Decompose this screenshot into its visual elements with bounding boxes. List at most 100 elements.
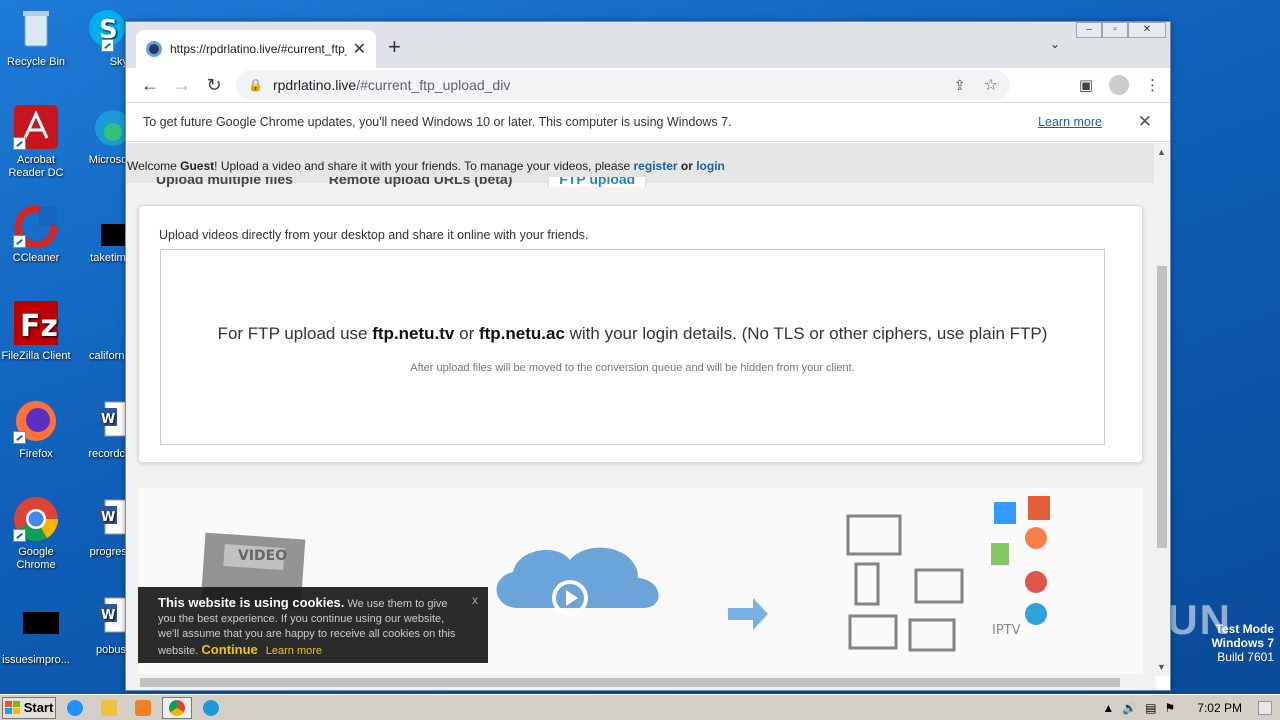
illus-iptv-label: IPTV bbox=[992, 623, 1021, 638]
tray-expand-icon[interactable]: ▲ bbox=[1102, 701, 1114, 715]
svg-text:W: W bbox=[101, 412, 115, 427]
infobar-close-icon[interactable]: ✕ bbox=[1138, 112, 1152, 132]
minimize-button[interactable]: – bbox=[1076, 22, 1102, 38]
profile-avatar-icon[interactable] bbox=[1109, 75, 1129, 95]
browser-tab[interactable]: https://rpdrlatino.live/#current_ftp_ ✕ bbox=[136, 30, 376, 68]
taskbar-explorer-icon[interactable] bbox=[94, 697, 124, 719]
desktop-icon-label: Firefox bbox=[19, 448, 53, 460]
cookie-heading: This website is using cookies. bbox=[158, 595, 345, 610]
new-tab-button[interactable]: + bbox=[388, 34, 401, 60]
address-bar[interactable]: 🔒 rpdrlatino.live /#current_ftp_upload_d… bbox=[236, 70, 1010, 100]
close-tab-icon[interactable]: ✕ bbox=[353, 39, 366, 59]
tab-title: https://rpdrlatino.live/#current_ftp_ bbox=[170, 42, 347, 56]
tab-ftp-upload[interactable]: FTP upload bbox=[548, 177, 647, 187]
ftp-note: After upload files will be moved to the … bbox=[410, 362, 855, 374]
login-link[interactable]: login bbox=[696, 159, 725, 173]
clock[interactable]: 7:02 PM bbox=[1197, 701, 1242, 715]
share-icon[interactable]: ⇪ bbox=[954, 77, 966, 94]
svg-text:Fz: Fz bbox=[20, 309, 58, 344]
scroll-down-arrow-icon[interactable]: ▼ bbox=[1157, 662, 1166, 672]
reload-button[interactable]: ↻ bbox=[198, 75, 230, 96]
blank-file-icon bbox=[13, 604, 59, 650]
system-tray: ▲ 🔊 ▤ ⚑ 7:02 PM bbox=[1102, 695, 1280, 720]
close-window-button[interactable]: ✕ bbox=[1128, 22, 1166, 38]
acrobat-icon bbox=[13, 104, 59, 150]
ftp-text: or bbox=[454, 324, 479, 343]
vertical-scrollbar[interactable]: ▲ ▼ bbox=[1154, 143, 1170, 676]
ftp-host-primary: ftp.netu.tv bbox=[372, 324, 455, 343]
svg-text:W: W bbox=[101, 510, 115, 525]
watermark-line: Test Mode bbox=[1215, 622, 1274, 636]
ftp-host-secondary: ftp.netu.ac bbox=[478, 324, 565, 343]
taskbar-edge-icon[interactable] bbox=[196, 697, 226, 719]
watermark-line: Windows 7 bbox=[1211, 636, 1274, 650]
ccleaner-icon bbox=[13, 202, 59, 249]
upload-panel: Upload videos directly from your desktop… bbox=[138, 205, 1143, 463]
desktop-icon-recycle-bin[interactable]: Recycle Bin bbox=[0, 6, 72, 69]
show-desktop-button[interactable] bbox=[1258, 700, 1272, 715]
chrome-icon bbox=[13, 496, 59, 542]
infobar-learn-more-link[interactable]: Learn more bbox=[1038, 115, 1102, 129]
desktop-icon-ccleaner[interactable]: CCleaner bbox=[0, 202, 72, 265]
taskbar-ie-icon[interactable] bbox=[60, 697, 90, 719]
menu-kebab-icon[interactable]: ⋮ bbox=[1145, 76, 1160, 94]
chrome-window: https://rpdrlatino.live/#current_ftp_ ✕ … bbox=[125, 21, 1171, 691]
welcome-or: or bbox=[677, 159, 697, 173]
welcome-guest: Guest bbox=[180, 159, 215, 173]
infobar-text: To get future Google Chrome updates, you… bbox=[143, 115, 732, 129]
desktop-icon-chrome[interactable]: Google Chrome bbox=[0, 496, 72, 572]
action-center-flag-icon[interactable]: ⚑ bbox=[1165, 701, 1176, 715]
register-link[interactable]: register bbox=[634, 159, 678, 173]
maximize-button[interactable]: ▫ bbox=[1102, 22, 1128, 38]
horizontal-scrollbar[interactable] bbox=[126, 674, 1156, 690]
volume-icon[interactable]: 🔊 bbox=[1122, 701, 1137, 715]
bookmark-star-icon[interactable]: ☆ bbox=[984, 75, 998, 95]
windows-logo-icon bbox=[4, 700, 20, 714]
firefox-icon bbox=[13, 398, 59, 444]
desktop-icon-filezilla[interactable]: Fz FileZilla Client bbox=[0, 300, 72, 363]
word-doc-icon: W bbox=[83, 594, 132, 640]
skype-icon: S bbox=[83, 6, 129, 52]
shortcut-arrow-icon bbox=[13, 431, 26, 444]
taskbar-media-player-icon[interactable] bbox=[128, 697, 158, 719]
filezilla-icon: Fz bbox=[13, 300, 59, 346]
desktop-icon-label: Google Chrome bbox=[16, 546, 56, 571]
desktop-icon-acrobat[interactable]: Acrobat Reader DC bbox=[0, 104, 72, 180]
tab-remote-upload[interactable]: Remote upload URLs (beta) bbox=[329, 177, 513, 187]
upload-tabs: Upload multiple files Remote upload URLs… bbox=[156, 177, 678, 205]
cookie-continue-button[interactable]: Continue bbox=[201, 642, 257, 657]
desktop-icon-firefox[interactable]: Firefox bbox=[0, 398, 72, 461]
network-icon[interactable]: ▤ bbox=[1145, 701, 1156, 715]
ftp-text: For FTP upload use bbox=[217, 324, 373, 343]
ftp-instructions: For FTP upload use ftp.netu.tv or ftp.ne… bbox=[161, 324, 1104, 344]
lock-icon: 🔒 bbox=[248, 78, 263, 92]
side-panel-icon[interactable]: ▣ bbox=[1079, 76, 1093, 94]
cookie-banner: This website is using cookies. We use th… bbox=[138, 587, 488, 663]
desktop-icon-label: issuesimpro... bbox=[2, 654, 70, 666]
taskbar-chrome-icon[interactable] bbox=[162, 696, 192, 719]
url-path: /#current_ftp_upload_div bbox=[356, 77, 511, 93]
cookie-learn-more-link[interactable]: Learn more bbox=[266, 645, 322, 657]
word-doc-icon: W bbox=[83, 496, 132, 542]
cookie-close-icon[interactable]: x bbox=[472, 593, 478, 608]
svg-text:W: W bbox=[101, 608, 115, 623]
welcome-text: Welcome bbox=[127, 159, 181, 173]
recycle-bin-icon bbox=[13, 6, 59, 52]
blank-file-icon bbox=[83, 300, 129, 346]
tab-search-icon[interactable]: ⌄ bbox=[1050, 37, 1060, 51]
scrollbar-thumb[interactable] bbox=[1157, 266, 1167, 548]
upload-intro: Upload videos directly from your desktop… bbox=[159, 228, 589, 242]
scroll-up-arrow-icon[interactable]: ▲ bbox=[1157, 147, 1166, 157]
edge-icon bbox=[83, 104, 131, 150]
watermark-line: Build 7601 bbox=[1217, 650, 1274, 664]
back-button[interactable]: ← bbox=[134, 75, 166, 96]
desktop-icon-issuesimpro[interactable]: issuesimpro... bbox=[0, 604, 72, 667]
blank-file-icon bbox=[83, 202, 131, 248]
tab-upload-multiple-files[interactable]: Upload multiple files bbox=[156, 177, 293, 187]
shortcut-arrow-icon bbox=[101, 39, 114, 52]
hscrollbar-thumb[interactable] bbox=[140, 678, 1120, 687]
taskbar: Start ▲ 🔊 ▤ ⚑ 7:02 PM bbox=[0, 694, 1280, 720]
start-button[interactable]: Start bbox=[2, 696, 56, 719]
forward-button[interactable]: → bbox=[166, 75, 198, 96]
illus-video-label: VIDEO bbox=[238, 548, 287, 564]
